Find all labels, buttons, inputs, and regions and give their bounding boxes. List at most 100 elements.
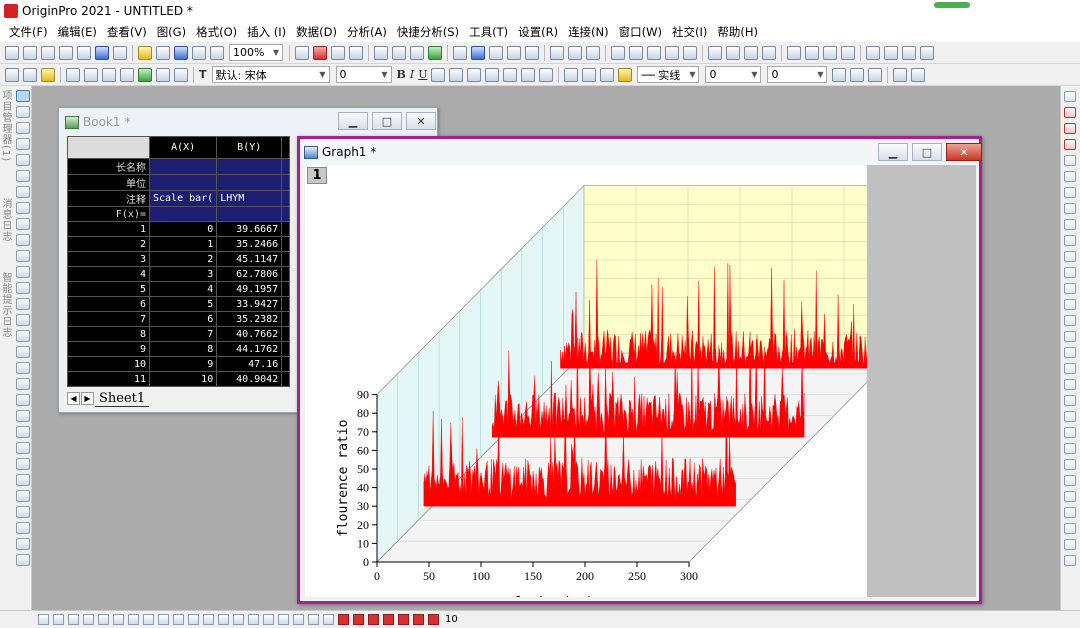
zoom-out-tool-icon[interactable] [16, 122, 30, 134]
cell-b[interactable]: 47.16 [216, 356, 283, 372]
column-header-b[interactable]: B(Y) [216, 136, 283, 159]
cell-empty[interactable] [281, 311, 291, 327]
cell-b[interactable]: 40.9042 [216, 371, 283, 387]
text-tool-icon[interactable] [16, 250, 30, 262]
project-explorer-icon[interactable] [374, 45, 388, 60]
menu-settings[interactable]: 设置(R) [513, 24, 563, 40]
plot-vector-icon[interactable] [323, 614, 334, 625]
align-top-icon[interactable] [1064, 459, 1076, 470]
duplicate-icon[interactable] [331, 45, 345, 60]
arc-tool-icon[interactable] [16, 394, 30, 406]
sheet-next-button[interactable]: ▶ [81, 392, 94, 405]
increase-font-icon[interactable] [485, 67, 500, 82]
cell-a[interactable]: 2 [148, 251, 218, 267]
layout-window-icon[interactable] [489, 45, 503, 60]
cell-empty[interactable] [281, 296, 291, 312]
fill-color-icon[interactable] [564, 67, 579, 82]
refresh-graph-icon[interactable] [174, 67, 188, 82]
symbol-size-value[interactable]: 10 [445, 614, 458, 625]
date-time-icon[interactable] [16, 506, 30, 518]
group-icon[interactable] [1064, 331, 1076, 342]
cell-empty[interactable] [281, 266, 291, 282]
annotation-tool-icon[interactable] [16, 266, 30, 278]
column-stats-icon[interactable] [683, 45, 697, 60]
new-workbook-icon[interactable] [41, 45, 55, 60]
decrease-font-icon[interactable] [503, 67, 518, 82]
select-all-cell[interactable] [67, 136, 150, 159]
minimize-button[interactable]: ▁ [878, 143, 908, 161]
recalculate-icon[interactable] [349, 45, 363, 60]
rectangle-tool-icon[interactable] [16, 314, 30, 326]
line-tool-icon[interactable] [16, 298, 30, 310]
polygon-tool-icon[interactable] [16, 346, 30, 358]
set-column-values-icon[interactable] [568, 45, 582, 60]
plot-surface-icon[interactable] [278, 614, 289, 625]
plot-scatter-icon[interactable] [53, 614, 64, 625]
move-left-icon[interactable] [787, 45, 801, 60]
menu-insert[interactable]: 插入 (I) [242, 24, 291, 40]
plot-line-symbol-icon[interactable] [68, 614, 79, 625]
right-axis-icon[interactable] [1064, 299, 1076, 310]
symbol-color-icon[interactable] [618, 67, 633, 82]
scale-in-icon[interactable] [16, 138, 30, 150]
legend-icon[interactable] [1064, 187, 1076, 198]
plot-box-icon[interactable] [158, 614, 169, 625]
set-y-icon[interactable] [726, 45, 740, 60]
plot-template-icon[interactable] [233, 614, 244, 625]
forward-icon[interactable] [1064, 395, 1076, 406]
save-icon[interactable] [174, 45, 188, 60]
menu-view[interactable]: 查看(V) [102, 24, 152, 40]
rescale-z-icon[interactable] [1064, 139, 1076, 150]
plot-3d-icon[interactable] [128, 614, 139, 625]
import-icon[interactable] [210, 45, 224, 60]
open-icon[interactable] [138, 45, 152, 60]
merge-graph-icon[interactable] [84, 67, 98, 82]
symbol-size-icon[interactable] [428, 614, 439, 625]
hide-all-icon[interactable] [911, 67, 926, 82]
text-color-icon[interactable] [539, 67, 554, 82]
mask-tool-icon[interactable] [16, 218, 30, 230]
pointer-tool-icon[interactable] [16, 90, 30, 102]
insert-graph-icon[interactable] [16, 442, 30, 454]
cell-empty[interactable] [281, 341, 291, 357]
font-select[interactable]: 默认: 宋体 ▼ [211, 66, 330, 83]
cell-a[interactable]: 9 [148, 356, 218, 372]
close-button[interactable]: ✕ [406, 112, 436, 130]
plot-pie-icon[interactable] [113, 614, 124, 625]
filter-icon[interactable] [665, 45, 679, 60]
plot-column-icon[interactable] [83, 614, 94, 625]
cell-a[interactable]: 1 [148, 236, 218, 252]
axis-box-icon[interactable] [1064, 315, 1076, 326]
data-reader-icon[interactable] [16, 170, 30, 182]
paste-icon[interactable] [41, 67, 55, 82]
color-scale-icon[interactable] [16, 458, 30, 470]
meta-cell[interactable] [281, 158, 291, 175]
menu-graph[interactable]: 图(G) [152, 24, 191, 40]
meta-cell[interactable] [148, 158, 218, 175]
cell-a[interactable]: 6 [148, 311, 218, 327]
menu-tools[interactable]: 工具(T) [464, 24, 513, 40]
cell-empty[interactable] [281, 281, 291, 297]
italic-icon[interactable]: I [410, 68, 414, 81]
same-height-icon[interactable] [1064, 539, 1076, 550]
top-axis-icon[interactable] [1064, 283, 1076, 294]
left-axis-icon[interactable] [1064, 267, 1076, 278]
plot-multi-panel-icon[interactable] [218, 614, 229, 625]
layer-tool-icon[interactable] [16, 426, 30, 438]
grid-table-icon[interactable] [16, 554, 30, 566]
border-icon[interactable] [832, 67, 847, 82]
move-last-icon[interactable] [841, 45, 855, 60]
row-number[interactable]: 9 [67, 341, 150, 357]
plot-stack-icon[interactable] [293, 614, 304, 625]
menu-analysis[interactable]: 分析(A) [342, 24, 392, 40]
chart-svg[interactable]: 0 10 20 30 40 50 60 70 80 90 0 50 100 150 200 250 300 flo… [305, 165, 867, 597]
zoom-in-tool-icon[interactable] [16, 106, 30, 118]
move-right-icon[interactable] [805, 45, 819, 60]
cell-a[interactable]: 5 [148, 296, 218, 312]
layer-title-icon[interactable] [1064, 171, 1076, 182]
draw-data-icon[interactable] [16, 234, 30, 246]
row-number[interactable]: 2 [67, 236, 150, 252]
message-log-tab[interactable]: 消息日志 [0, 198, 13, 258]
copy-icon[interactable] [23, 67, 37, 82]
column-header-a[interactable]: A(X) [148, 136, 218, 159]
